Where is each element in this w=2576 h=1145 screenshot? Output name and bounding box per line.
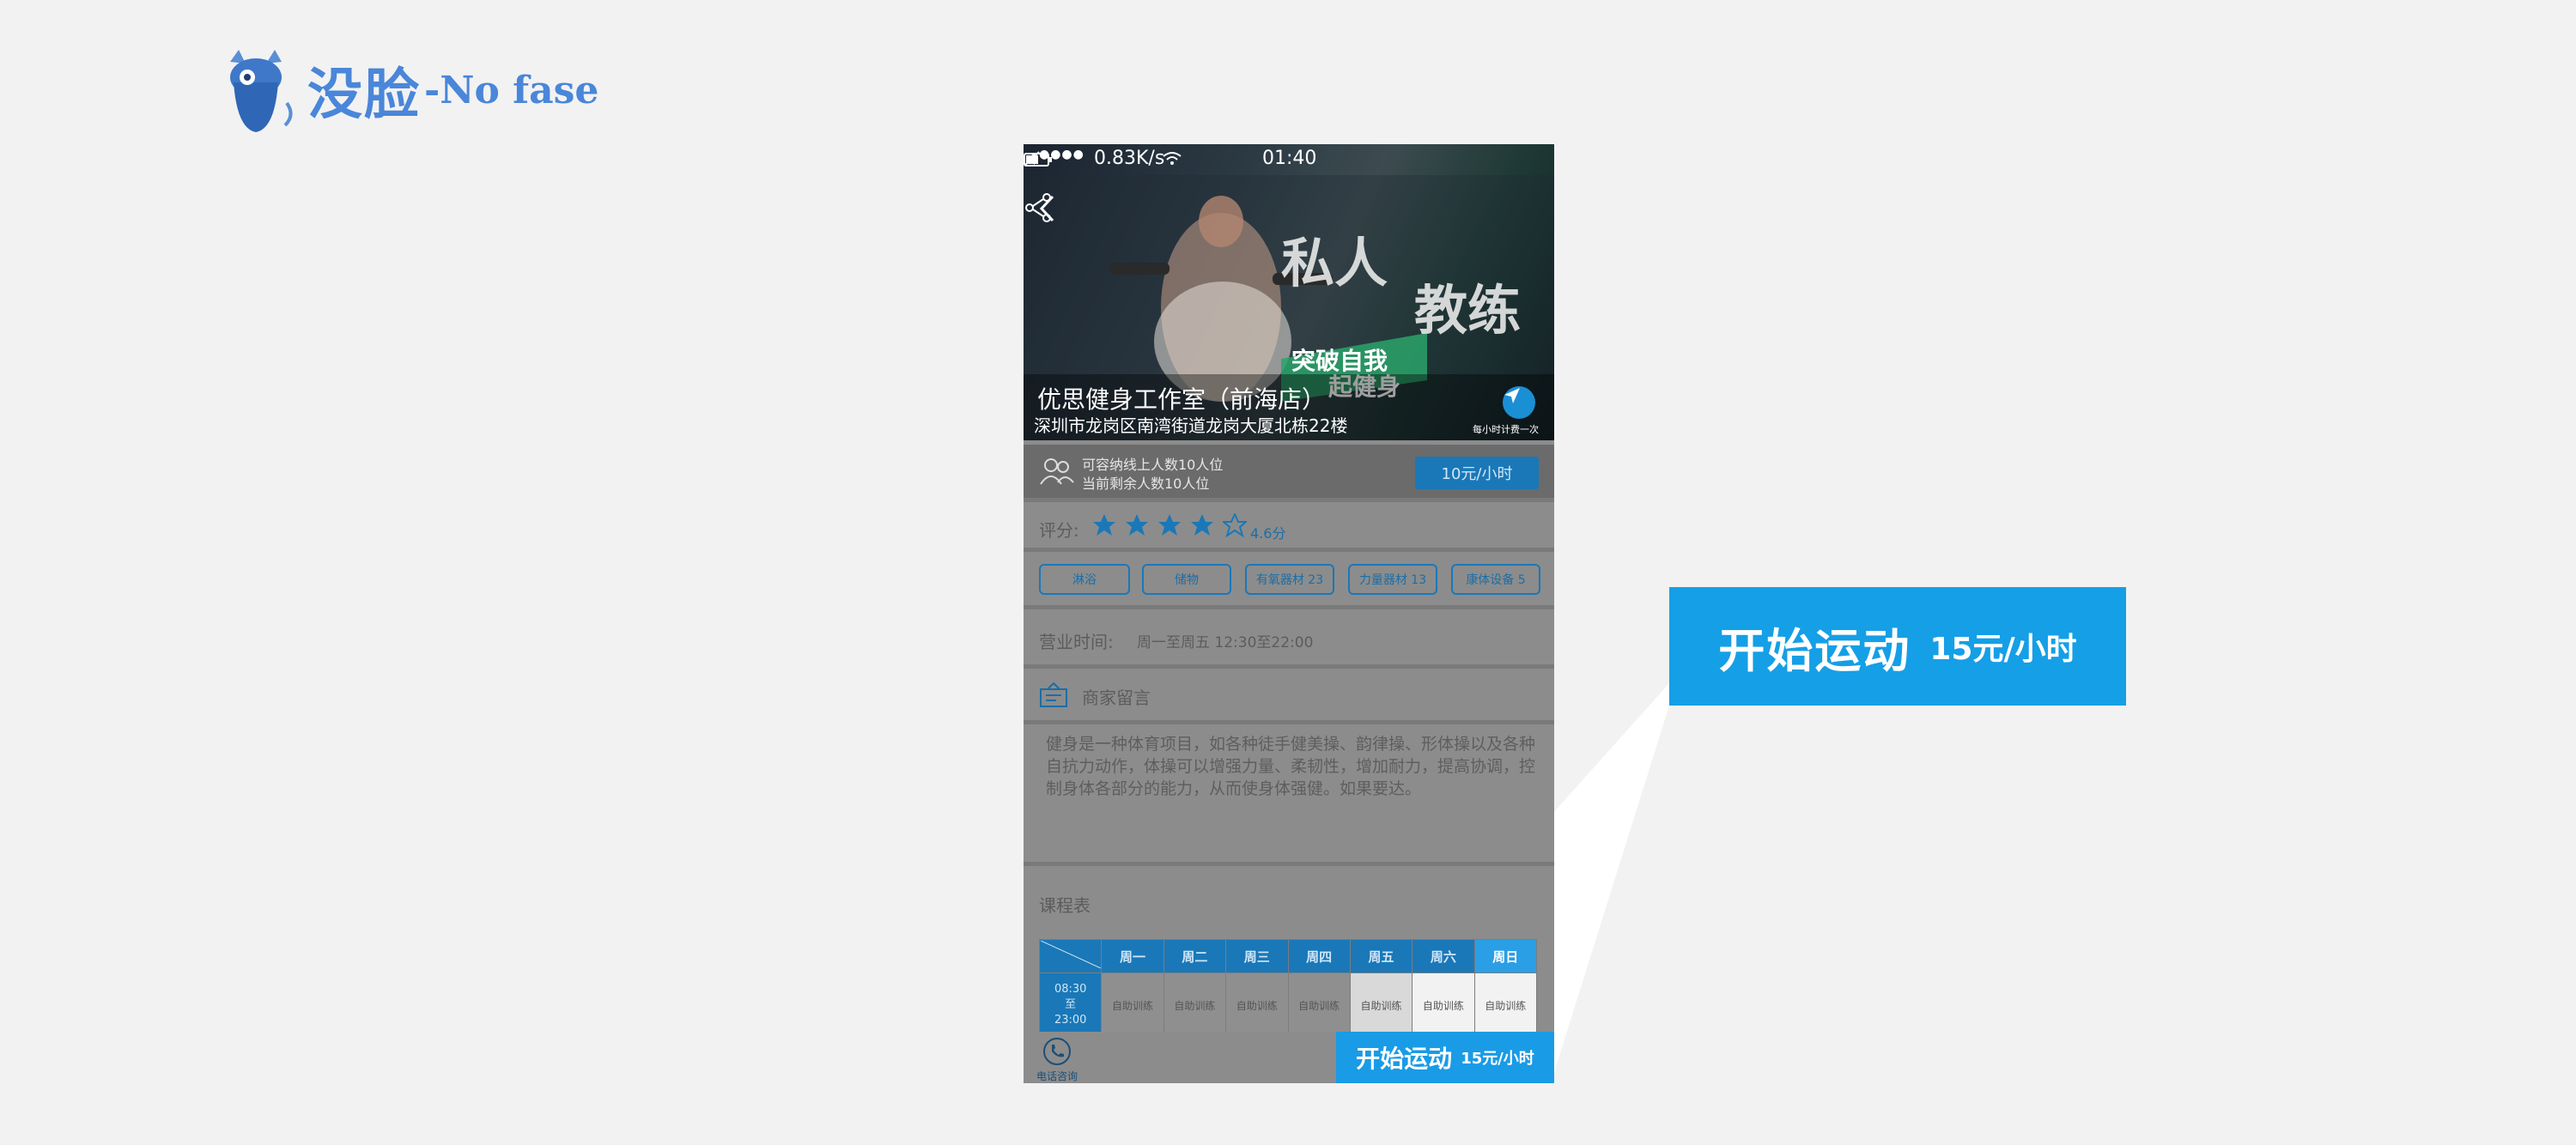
corner-cell xyxy=(1038,939,1103,973)
tag-cardio[interactable]: 有氧器材 23 xyxy=(1245,564,1334,595)
day-thu: 周四 xyxy=(1287,939,1351,973)
rating-row: 评分: 4.6分 xyxy=(1024,503,1554,548)
banner-text-1: 私人 xyxy=(1281,232,1388,294)
slot-to: 至 xyxy=(1065,998,1077,1011)
divider xyxy=(1024,498,1554,502)
start-workout-callout[interactable]: 开始运动 15元/小时 xyxy=(1669,587,2126,706)
hero-banner: 私人 教练 突破自我 起健身 ●●●● 0.83K/s 01:40 优思健身工作… xyxy=(1024,144,1554,440)
star-filled-icon xyxy=(1158,514,1181,536)
callout-start-label: 开始运动 xyxy=(1718,623,1911,678)
schedule-day-row: 周一 周二 周三 周四 周五 周六 周日 xyxy=(1038,939,1538,973)
phone-screen: 私人 教练 突破自我 起健身 ●●●● 0.83K/s 01:40 优思健身工作… xyxy=(1024,144,1554,1083)
day-tue: 周二 xyxy=(1163,939,1227,973)
network-speed: 0.83K/s xyxy=(1094,148,1165,169)
status-bar: ●●●● 0.83K/s 01:40 xyxy=(1024,144,1554,175)
share-icon[interactable] xyxy=(1024,192,1053,223)
day-wed: 周三 xyxy=(1225,939,1289,973)
hours-value: 周一至周五 12:30至22:00 xyxy=(1137,634,1314,651)
schedule-cell[interactable]: 自助训练 xyxy=(1349,972,1413,1038)
hourly-price-tag: 10元/小时 xyxy=(1415,457,1539,489)
day-fri: 周五 xyxy=(1349,939,1413,973)
clock: 01:40 xyxy=(1262,148,1317,169)
day-mon: 周一 xyxy=(1101,939,1164,973)
time-slot: 08:30 至 23:00 xyxy=(1038,972,1103,1038)
star-filled-icon xyxy=(1126,514,1148,536)
day-sat: 周六 xyxy=(1412,939,1475,973)
bottom-bar: 电话咨询 开始运动 15元/小时 xyxy=(1024,1032,1554,1083)
wifi-icon xyxy=(1163,152,1182,165)
battery-icon xyxy=(1024,153,1052,167)
message-title: 商家留言 xyxy=(1082,688,1151,708)
start-label: 开始运动 xyxy=(1356,1045,1453,1073)
rating-value: 4.6分 xyxy=(1250,525,1286,542)
call-button[interactable]: 电话咨询 xyxy=(1034,1037,1080,1083)
tag-wellness[interactable]: 康体设备 5 xyxy=(1451,564,1540,595)
schedule-cell[interactable]: 自助训练 xyxy=(1473,972,1538,1038)
billing-note: 每小时计费一次 xyxy=(1473,424,1539,435)
day-sun: 周日 xyxy=(1473,939,1538,973)
schedule-title: 课程表 xyxy=(1039,895,1091,916)
slot-end: 23:00 xyxy=(1054,1014,1087,1027)
schedule-cell[interactable]: 自助训练 xyxy=(1101,972,1164,1038)
store-name: 优思健身工作室（前海店） xyxy=(1037,385,1327,414)
star-empty-icon xyxy=(1223,513,1247,537)
star-filled-icon xyxy=(1093,514,1115,536)
start-workout-button[interactable]: 开始运动 15元/小时 xyxy=(1336,1032,1554,1083)
capacity-band: 可容纳线上人数10人位 当前剩余人数10人位 10元/小时 xyxy=(1024,445,1554,498)
merchant-message-header: 商家留言 xyxy=(1024,669,1554,720)
call-label: 电话咨询 xyxy=(1036,1070,1078,1082)
message-icon xyxy=(1040,682,1067,707)
business-hours-row: 营业时间: 周一至周五 12:30至22:00 xyxy=(1024,609,1554,664)
navigate-button[interactable] xyxy=(1503,386,1535,419)
banner-text-2: 教练 xyxy=(1414,279,1521,342)
message-body: 健身是一种体育项目，如各种徒手健美操、韵律操、形体操以及各种自抗力动作，体操可以… xyxy=(1046,735,1536,798)
schedule-header: 课程表 xyxy=(1024,866,1554,935)
start-price: 15元/小时 xyxy=(1461,1050,1534,1068)
schedule-cell[interactable]: 自助训练 xyxy=(1287,972,1351,1038)
schedule-cell[interactable]: 自助训练 xyxy=(1225,972,1289,1038)
remaining-capacity: 当前剩余人数10人位 xyxy=(1082,476,1210,492)
tag-shower[interactable]: 淋浴 xyxy=(1039,564,1130,595)
diagonal-line xyxy=(1040,940,1102,969)
store-address: 深圳市龙岗区南湾街道龙岗大厦北栋22楼 xyxy=(1034,415,1348,436)
navigation-arrow-icon xyxy=(1504,388,1520,403)
users-icon xyxy=(1040,458,1074,485)
message-body-row: 健身是一种体育项目，如各种徒手健美操、韵律操、形体操以及各种自抗力动作，体操可以… xyxy=(1024,724,1554,836)
callout-start-price: 15元/小时 xyxy=(1929,632,2077,667)
tag-locker[interactable]: 储物 xyxy=(1142,564,1231,595)
rating-label: 评分: xyxy=(1039,520,1079,541)
online-capacity: 可容纳线上人数10人位 xyxy=(1082,457,1224,473)
schedule-cell[interactable]: 自助训练 xyxy=(1412,972,1475,1038)
hours-label: 营业时间: xyxy=(1039,632,1114,652)
star-filled-icon xyxy=(1191,514,1213,536)
phone-icon xyxy=(1043,1038,1071,1065)
banner-slogan-1: 突破自我 xyxy=(1291,347,1388,375)
schedule-cell[interactable]: 自助训练 xyxy=(1163,972,1227,1038)
slot-start: 08:30 xyxy=(1054,983,1087,996)
schedule-table: 周一 周二 周三 周四 周五 周六 周日 08:30 至 23:00 自助训练 … xyxy=(1038,939,1538,1038)
tag-strength[interactable]: 力量器材 13 xyxy=(1348,564,1437,595)
facility-tags: 淋浴 储物 有氧器材 23 力量器材 13 康体设备 5 xyxy=(1024,552,1554,605)
schedule-slot-row: 08:30 至 23:00 自助训练 自助训练 自助训练 自助训练 自助训练 自… xyxy=(1038,972,1538,1038)
rating-stars xyxy=(1092,513,1247,537)
